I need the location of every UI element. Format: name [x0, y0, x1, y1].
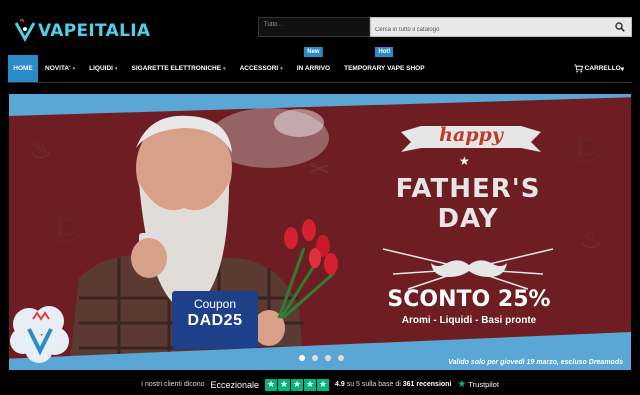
main-nav: HOME NOVITA' ▾ LIQUIDI ▾ SIGARETTE ELETT… [8, 47, 632, 82]
trust-count: 361 recensioni [402, 381, 452, 388]
trust-rating-word: Eccezionale [210, 379, 260, 390]
coupon-badge: Coupon DAD25 [172, 291, 258, 349]
star-icon: ★ [317, 378, 330, 391]
chevron-down-icon: ▾ [114, 65, 118, 72]
logo-text: VAPEITALIA [38, 21, 151, 41]
nav-temporary-vape-shop[interactable]: Hot! TEMPORARY VAPE SHOP [337, 47, 431, 82]
trustpilot-star-icon: ★ [457, 379, 467, 390]
nav-sigarette-label: SIGARETTE ELETTRONICHE [131, 65, 222, 72]
chevron-down-icon: ▾ [72, 65, 76, 72]
trust-intro: I nostri clienti dicono [141, 381, 205, 388]
trust-scale: su 5 sulla base di [346, 381, 401, 388]
nav-novita[interactable]: NOVITA' ▾ [38, 55, 82, 82]
nav-liquidi-label: LIQUIDI [89, 65, 113, 72]
chevron-down-icon: ▾ [620, 65, 624, 73]
pipe-pattern-icon: ♨ [29, 134, 53, 164]
search-scope-label: Tutto [264, 22, 278, 28]
discount-heading: SCONTO 25% [387, 287, 551, 312]
star-icon: ★ [304, 378, 317, 391]
cart-button[interactable]: CARRELLO ▾ [574, 55, 624, 82]
star-icon: ★ [459, 154, 470, 168]
nav-accessori[interactable]: ACCESSORI ▾ [233, 55, 290, 82]
nav-in-arrivo[interactable]: New IN ARRIVO [290, 47, 337, 82]
nav-novita-label: NOVITA' [45, 65, 71, 72]
search-icon[interactable] [615, 22, 625, 32]
trustpilot-logo[interactable]: ★ Trustpilot [457, 379, 499, 390]
search-scope-select[interactable]: Tutto ... [258, 17, 370, 37]
star-icon: ★ [265, 378, 278, 391]
validity-note: Valido solo per giovedì 19 marzo, esclus… [448, 359, 623, 366]
site-logo[interactable]: VAPEITALIA [14, 16, 154, 46]
trust-score-line: 4.9 su 5 sulla base di 361 recensioni [335, 381, 451, 388]
mustache-icon [431, 260, 507, 277]
nav-sigarette[interactable]: SIGARETTE ELETTRONICHE ▾ [125, 55, 233, 82]
nav-in-arrivo-label: IN ARRIVO [296, 65, 331, 72]
cart-label: CARRELLO [584, 65, 621, 72]
carousel-dot[interactable] [312, 355, 318, 361]
chevron-down-icon: ▾ [280, 65, 283, 72]
nav-accessori-label: ACCESSORI [239, 65, 279, 72]
carousel-dot[interactable] [338, 355, 344, 361]
nav-home[interactable]: HOME [8, 55, 38, 82]
carousel-dot[interactable] [325, 355, 331, 361]
trustpilot-bar[interactable]: I nostri clienti dicono Eccezionale ★ ★ … [0, 374, 640, 395]
nav-home-label: HOME [13, 65, 33, 72]
nav-divider [8, 82, 632, 83]
search-bar [370, 17, 632, 39]
promo-banner[interactable]: ♨ 🎩 🎩 ♨ ✂ Coupon DAD25 happy ★ FATHER'S [9, 94, 631, 370]
vape-logo-icon [14, 19, 36, 43]
coupon-label: Coupon [193, 297, 237, 311]
pipe-pattern-icon: ♨ [579, 224, 603, 254]
coupon-code: DAD25 [187, 312, 243, 329]
cart-icon [574, 64, 583, 73]
trust-score: 4.9 [335, 381, 345, 388]
happy-text: happy [439, 124, 503, 146]
carousel-dot[interactable] [299, 355, 305, 361]
chevron-down-icon: ▾ [223, 65, 226, 72]
search-input[interactable] [371, 21, 601, 39]
hot-badge: Hot! [375, 47, 394, 57]
new-badge: New [304, 47, 323, 57]
nav-liquidi[interactable]: LIQUIDI ▾ [82, 55, 124, 82]
trustpilot-brand: Trustpilot [468, 380, 499, 389]
discount-subtitle: Aromi - Liquidi - Basi pronte [401, 315, 537, 326]
day-heading: DAY [437, 204, 499, 234]
trust-stars: ★ ★ ★ ★ ★ [265, 378, 330, 391]
nav-temporary-label: TEMPORARY VAPE SHOP [344, 65, 425, 72]
search-scope-separator: ... [279, 22, 284, 28]
vapeitalia-cloud-icon [10, 306, 69, 363]
star-icon: ★ [291, 378, 304, 391]
carousel-dots [299, 355, 344, 361]
hat-pattern-icon: 🎩 [569, 134, 602, 164]
star-icon: ★ [278, 378, 291, 391]
